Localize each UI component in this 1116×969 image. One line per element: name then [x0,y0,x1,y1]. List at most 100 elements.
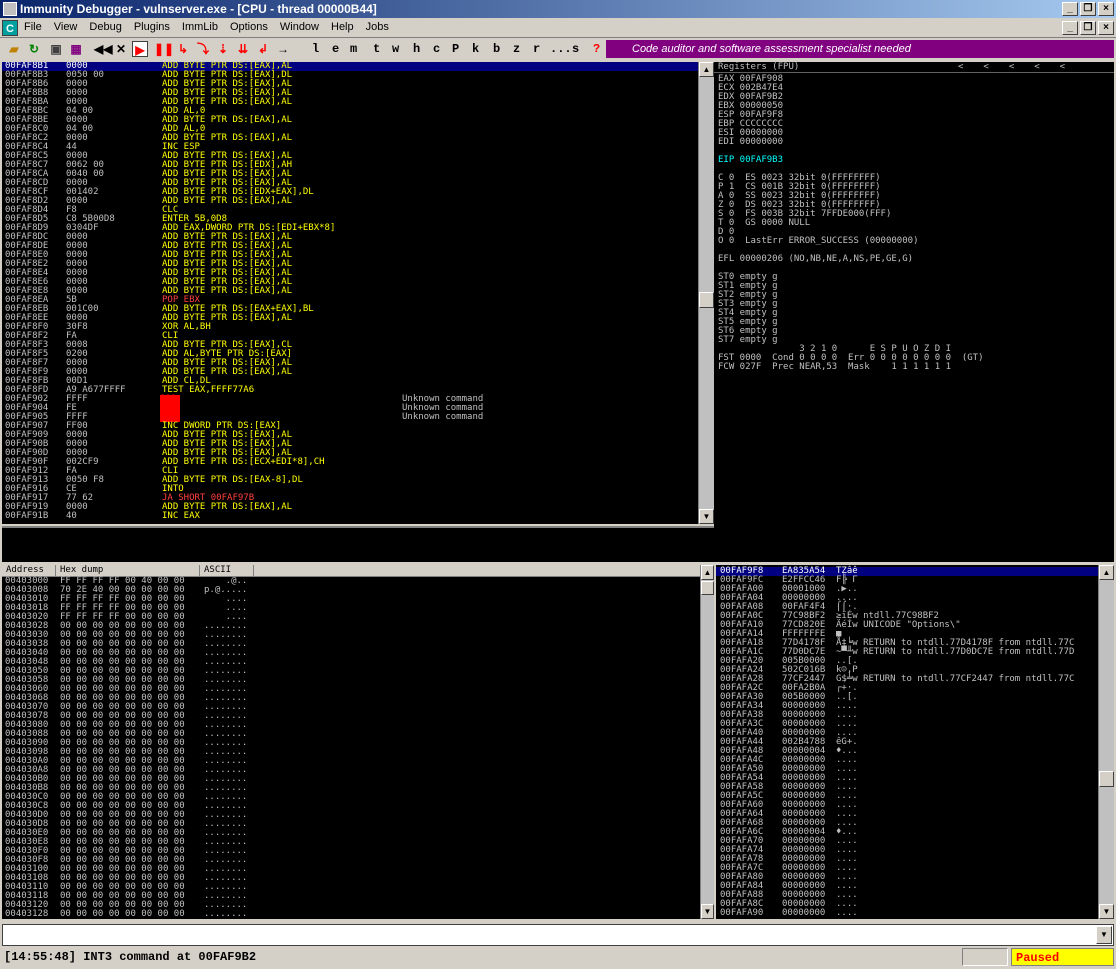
disasm-row[interactable]: 00FAF90D 0000 ADD BYTE PTR DS:[EAX],AL [2,449,698,458]
disasm-row[interactable]: 00FAF8C4 44 INC ESP [2,143,698,152]
dump-scroll-up-icon[interactable]: ▲ [701,565,714,580]
step-into-icon[interactable]: ↳ [176,41,190,57]
stack-row[interactable]: 00FAFA90 00000000.... [716,909,1098,918]
disassembly-scrollbar[interactable]: ▲ ▼ [698,62,714,524]
child-minimize-button[interactable]: _ [1062,21,1078,35]
stack-row[interactable]: 00FAFA6C 00000004 ♦... [716,828,1098,837]
toolbar-window-w-button[interactable]: w [392,41,399,57]
disasm-row[interactable]: 00FAF8E2 0000 ADD BYTE PTR DS:[EAX],AL [2,260,698,269]
disasm-row[interactable]: 00FAF8F2 FA CLI [2,332,698,341]
dump-scroll-thumb[interactable] [701,581,714,595]
disasm-row[interactable]: 00FAF8CA 0040 00 ADD BYTE PTR DS:[EAX],AL [2,170,698,179]
stack-row[interactable]: 00FAFA8C 00000000.... [716,900,1098,909]
stack-row[interactable]: 00FAFA74 00000000.... [716,846,1098,855]
toolbar-window-s-button[interactable]: s [572,41,579,57]
stack-row[interactable]: 00FAFA50 00000000.... [716,765,1098,774]
stack-scroll-down-icon[interactable]: ▼ [1099,904,1114,919]
disasm-row[interactable]: 00FAF913 0050 F8 ADD BYTE PTR DS:[EAX-8],D… [2,476,698,485]
dump-pane[interactable]: Address Hex dump ASCII 00403000 FF FF FF FF… [2,565,700,919]
disasm-row[interactable]: 00FAF90B 0000 ADD BYTE PTR DS:[EAX],AL [2,440,698,449]
disasm-row[interactable]: 00FAF919 0000 ADD BYTE PTR DS:[EAX],AL [2,503,698,512]
stack-row[interactable]: 00FAFA34 00000000.... [716,702,1098,711]
toolbar-window-help-button[interactable]: ? [593,41,600,57]
disasm-row[interactable]: 00FAF904 FE??? Unknown command [2,404,698,413]
menu-window[interactable]: Window [280,21,319,33]
toolbar-window-l-button[interactable]: l [312,41,319,57]
toolbar-window-k-button[interactable]: k [472,41,479,57]
register-line[interactable]: FCW 027F Prec NEAR,53 Mask 1 1 1 1 1 1 [718,363,1110,372]
cpu-window-icon[interactable]: C [2,20,18,36]
disasm-row[interactable]: 00FAF8F0 30F8 XOR AL,BH [2,323,698,332]
stack-row[interactable]: 00FAFA48 00000004 ♦... [716,747,1098,756]
toolbar-window-r-button[interactable]: r [533,41,540,57]
stack-row[interactable]: 00FAFA88 00000000.... [716,891,1098,900]
stack-row[interactable]: 00FAFA1C 77D0DC7E ~▀╨w RETURN to ntdll.77D… [716,648,1098,657]
toolbar-window-e-button[interactable]: e [332,41,339,57]
dump-scrollbar[interactable]: ▲ ▼ [700,565,714,919]
banner[interactable]: Code auditor and software assessment spe… [606,40,1114,58]
dump-row[interactable]: 00403128 00 00 00 00 00 00 00 00........ [2,910,700,919]
disasm-row[interactable]: 00FAF907 FF00 INC DWORD PTR DS:[EAX] [2,422,698,431]
execute-till-return-icon[interactable]: ↲ [256,41,270,57]
stack-row[interactable]: 00FAFA80 00000000.... [716,873,1098,882]
scroll-down-arrow-icon[interactable]: ▼ [699,509,714,524]
stack-row[interactable]: 00FAFA78 00000000.... [716,855,1098,864]
disasm-row[interactable]: 00FAF8C2 0000 ADD BYTE PTR DS:[EAX],AL [2,134,698,143]
disasm-row[interactable]: 00FAF8F7 0000 ADD BYTE PTR DS:[EAX],AL [2,359,698,368]
disasm-row[interactable]: 00FAF8DE 0000 ADD BYTE PTR DS:[EAX],AL [2,242,698,251]
stack-row[interactable]: 00FAFA5C 00000000.... [716,792,1098,801]
disasm-row[interactable]: 00FAF8EB 001C00 ADD BYTE PTR DS:[EAX+EAX],… [2,305,698,314]
rewind-icon[interactable]: ◀◀ [94,41,112,57]
disasm-row[interactable]: 00FAF8FD A9 A677FFFF TEST EAX,FFFF77A6 [2,386,698,395]
step-over-icon[interactable]: ⤵ [196,41,210,57]
toolbar-window-m-button[interactable]: m [350,41,357,57]
menu-plugins[interactable]: Plugins [134,21,170,33]
stack-row[interactable]: 00FAFA44 002B4788 êG+. [716,738,1098,747]
stack-pane[interactable]: 00FAF9F8 EA835A54 TZâê 00FAF9FC E2FFCC46 F╠ Γ… [716,565,1098,919]
stack-row[interactable]: 00FAFA68 00000000.... [716,819,1098,828]
stack-row[interactable]: 00FAFA7C 00000000.... [716,864,1098,873]
register-line[interactable]: EFL 00000206 (NO,NB,NE,A,NS,PE,GE,G) [718,255,1110,264]
scroll-thumb[interactable] [699,292,714,308]
scroll-up-arrow-icon[interactable]: ▲ [699,62,714,77]
child-restore-button[interactable]: ❐ [1080,21,1096,35]
stack-row[interactable]: 00FAFA20 005B0000 ..[. [716,657,1098,666]
stack-row[interactable]: 00FAFA64 00000000.... [716,810,1098,819]
menu-debug[interactable]: Debug [89,21,121,33]
stack-scroll-up-icon[interactable]: ▲ [1099,565,1114,580]
script-icon[interactable]: ▦ [68,41,84,57]
toolbar-window-h-button[interactable]: h [413,41,420,57]
menu-help[interactable]: Help [331,21,354,33]
disasm-row[interactable]: 00FAF8E4 0000 ADD BYTE PTR DS:[EAX],AL [2,269,698,278]
registers-nav-arrows[interactable]: <<<<< [958,63,1085,72]
stack-row[interactable]: 00FAFA60 00000000.... [716,801,1098,810]
minimize-button[interactable]: _ [1062,2,1078,16]
disasm-row[interactable]: 00FAF8B1 0000 ADD BYTE PTR DS:[EAX],AL [2,62,698,71]
close-button[interactable]: × [1098,2,1114,16]
register-line[interactable]: EIP 00FAF9B3 [718,156,1110,165]
disasm-row[interactable]: 00FAF8BA 0000 ADD BYTE PTR DS:[EAX],AL [2,98,698,107]
disasm-row[interactable]: 00FAF8B8 0000 ADD BYTE PTR DS:[EAX],AL [2,89,698,98]
stack-row[interactable]: 00FAFA70 00000000.... [716,837,1098,846]
disasm-row[interactable]: 00FAF91B 40 INC EAX [2,512,698,521]
stack-row[interactable]: 00FAF9F8 EA835A54 TZâê [716,567,1098,576]
register-line[interactable]: T 0 GS 0000 NULL [718,219,1110,228]
disasm-row[interactable]: 00FAF917 77 62 JA SHORT 00FAF97B [2,494,698,503]
child-close-button[interactable]: × [1098,21,1114,35]
disasm-row[interactable]: 00FAF8BC 04 00 ADD AL,0 [2,107,698,116]
stack-row[interactable]: 00FAFA54 00000000.... [716,774,1098,783]
disasm-row[interactable]: 00FAF90F 002CF9 ADD BYTE PTR DS:[ECX+EDI*8… [2,458,698,467]
close-program-icon[interactable]: ▣ [48,41,64,57]
toolbar-window-c-button[interactable]: c [433,41,440,57]
menu-immlib[interactable]: ImmLib [182,21,218,33]
stack-row[interactable]: 00FAFA84 00000000.... [716,882,1098,891]
disasm-row[interactable]: 00FAF8D2 0000 ADD BYTE PTR DS:[EAX],AL [2,197,698,206]
go-to-icon[interactable]: → [276,41,290,57]
disasm-row[interactable]: 00FAF8C0 04 00 ADD AL,0 [2,125,698,134]
stack-row[interactable]: 00FAFA3C 00000000.... [716,720,1098,729]
toolbar-window-P-button[interactable]: P [452,41,459,57]
trace-over-icon[interactable]: ⇊ [236,41,250,57]
stack-scrollbar[interactable]: ▲ ▼ [1098,565,1114,919]
stack-row[interactable]: 00FAFA04 00000000.... [716,594,1098,603]
disasm-row[interactable]: 00FAF8E0 0000 ADD BYTE PTR DS:[EAX],AL [2,251,698,260]
